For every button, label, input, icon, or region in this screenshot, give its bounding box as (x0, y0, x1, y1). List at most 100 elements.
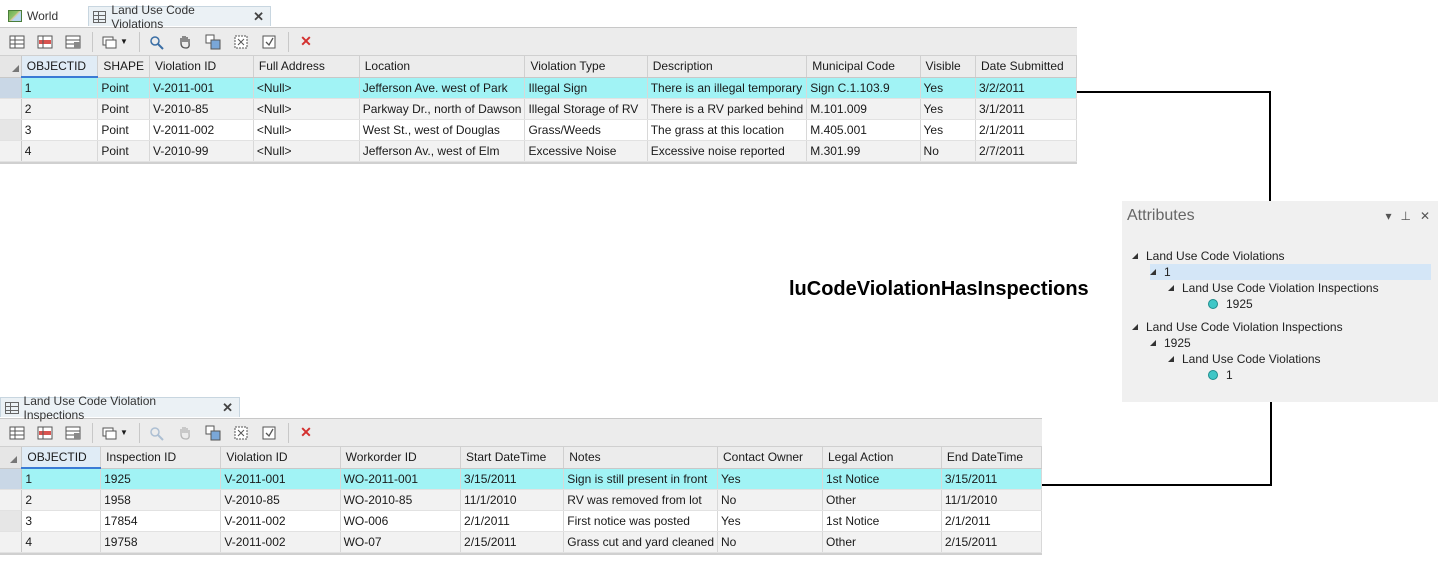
table-cell[interactable]: <Null> (253, 98, 360, 120)
row-header[interactable] (0, 140, 22, 162)
table-cell[interactable]: Grass cut and yard cleaned (563, 531, 719, 553)
column-header[interactable]: Violation ID (149, 56, 254, 78)
table-cell[interactable]: 3/15/2011 (941, 468, 1043, 490)
table-cell[interactable]: Point (97, 140, 151, 162)
table-cell[interactable]: Yes (920, 98, 977, 120)
clear-selection-button[interactable] (232, 33, 250, 51)
table-cell[interactable]: Yes (717, 468, 823, 490)
table-cell[interactable]: 3/2/2011 (975, 77, 1077, 99)
table-cell[interactable]: <Null> (253, 119, 360, 141)
table-cell[interactable]: Yes (920, 77, 977, 99)
table-cell[interactable]: 3 (21, 119, 99, 141)
table-cell[interactable]: No (717, 531, 823, 553)
table-cell[interactable]: 11/1/2010 (941, 489, 1043, 511)
table-cell[interactable]: 2 (21, 489, 102, 511)
table-cell[interactable]: Illegal Storage of RV (524, 98, 648, 120)
table-cell[interactable]: No (717, 489, 823, 511)
table-cell[interactable]: V-2011-002 (149, 119, 254, 141)
table-cell[interactable]: M.101.009 (806, 98, 921, 120)
table-cell[interactable]: The grass at this location (647, 119, 808, 141)
table-cell[interactable]: Illegal Sign (524, 77, 648, 99)
column-header[interactable]: Violation Type (524, 56, 648, 78)
table-row[interactable]: 2 1958 V-2010-85 WO-2010-85 11/1/2010 RV… (0, 489, 1043, 511)
column-header[interactable]: Legal Action (822, 447, 942, 469)
table-cell[interactable]: There is an illegal temporary (647, 77, 808, 99)
table-cell[interactable]: 4 (21, 140, 99, 162)
tree-item-inspections-layer[interactable]: Land Use Code Violation Inspections (1132, 319, 1343, 335)
tree-item-record-1925[interactable]: 1925 (1208, 296, 1253, 312)
table-cell[interactable]: V-2010-85 (220, 489, 341, 511)
row-header[interactable] (0, 531, 23, 553)
table-cell[interactable]: M.301.99 (806, 140, 921, 162)
table-row[interactable]: 4 19758 V-2011-002 WO-07 2/15/2011 Grass… (0, 531, 1043, 553)
table-cell[interactable]: 2/7/2011 (975, 140, 1077, 162)
close-tab-icon[interactable]: ✕ (253, 9, 264, 25)
table-cell[interactable]: 1st Notice (822, 510, 942, 532)
table-cell[interactable]: Excessive Noise (524, 140, 648, 162)
column-header[interactable]: Violation ID (220, 447, 341, 469)
table-cell[interactable]: 2/15/2011 (460, 531, 565, 553)
table-cell[interactable]: M.405.001 (806, 119, 921, 141)
close-tab-icon[interactable]: ✕ (222, 400, 233, 416)
table-options-button[interactable] (64, 424, 82, 442)
table-row[interactable]: 1 Point V-2011-001 <Null> Jefferson Ave.… (0, 77, 1077, 99)
zoom-to-selection-button[interactable] (148, 33, 166, 51)
column-header[interactable]: SHAPE (97, 56, 151, 78)
tree-item-violations-related[interactable]: Land Use Code Violations (1168, 351, 1321, 367)
tab-world[interactable]: World (4, 6, 88, 26)
table-cell[interactable]: 11/1/2010 (460, 489, 565, 511)
column-header[interactable]: Full Address (253, 56, 360, 78)
tree-item-feature-1[interactable]: 1 (1150, 264, 1431, 280)
table-cell[interactable]: Other (822, 489, 942, 511)
pan-to-selection-button[interactable] (176, 424, 194, 442)
table-cell[interactable]: 1925 (100, 468, 222, 490)
column-header[interactable]: OBJECTID (21, 56, 99, 78)
table-cell[interactable]: Point (97, 77, 151, 99)
show-selected-records-button[interactable] (36, 424, 54, 442)
select-by-attribute-button[interactable] (260, 424, 278, 442)
table-row[interactable]: 2 Point V-2010-85 <Null> Parkway Dr., no… (0, 98, 1077, 120)
pin-icon[interactable]: ⊥ (1400, 209, 1410, 223)
row-header[interactable] (0, 119, 22, 141)
table-cell[interactable]: <Null> (253, 140, 360, 162)
table-cell[interactable]: 1 (21, 468, 102, 490)
table-cell[interactable]: 19758 (100, 531, 222, 553)
table-cell[interactable]: Sign is still present in front (563, 468, 719, 490)
table-row[interactable]: 3 17854 V-2011-002 WO-006 2/1/2011 First… (0, 510, 1043, 532)
tab-land-use-code-violation-inspections[interactable]: Land Use Code Violation Inspections ✕ (0, 394, 240, 422)
select-all-corner[interactable] (0, 447, 23, 469)
column-header[interactable]: Visible (920, 56, 977, 78)
switch-selection-button[interactable] (204, 424, 222, 442)
column-header[interactable]: Description (647, 56, 808, 78)
table-cell[interactable]: Yes (920, 119, 977, 141)
table-cell[interactable]: Jefferson Av., west of Elm (359, 140, 526, 162)
delete-button[interactable]: ✕ (297, 33, 315, 51)
table-cell[interactable]: 3/1/2011 (975, 98, 1077, 120)
row-header[interactable] (0, 510, 23, 532)
related-tables-dropdown[interactable]: ▼ (101, 33, 129, 51)
delete-button[interactable]: ✕ (297, 424, 315, 442)
switch-selection-button[interactable] (204, 33, 222, 51)
zoom-to-selection-button[interactable] (148, 424, 166, 442)
table-cell[interactable]: Parkway Dr., north of Dawson (359, 98, 526, 120)
table-cell[interactable]: First notice was posted (563, 510, 719, 532)
table-cell[interactable]: 4 (21, 531, 102, 553)
table-cell[interactable]: Grass/Weeds (524, 119, 648, 141)
table-cell[interactable]: 2/1/2011 (941, 510, 1043, 532)
table-cell[interactable]: Point (97, 98, 151, 120)
row-header[interactable] (0, 77, 22, 99)
table-row[interactable]: 4 Point V-2010-99 <Null> Jefferson Av., … (0, 140, 1077, 162)
table-cell[interactable]: 2/1/2011 (460, 510, 565, 532)
column-header[interactable]: Municipal Code (806, 56, 921, 78)
table-cell[interactable]: There is a RV parked behind (647, 98, 808, 120)
row-header[interactable] (0, 98, 22, 120)
related-tables-dropdown[interactable]: ▼ (101, 424, 129, 442)
tree-item-record-1925-parent[interactable]: 1925 (1150, 335, 1191, 351)
column-header[interactable]: Inspection ID (100, 447, 222, 469)
table-cell[interactable]: 1 (21, 77, 99, 99)
tab-land-use-code-violations[interactable]: Land Use Code Violations ✕ (88, 3, 271, 31)
table-cell[interactable]: V-2011-002 (220, 531, 341, 553)
table-cell[interactable]: 2/15/2011 (941, 531, 1043, 553)
table-cell[interactable]: V-2011-001 (220, 468, 341, 490)
column-header[interactable]: Location (359, 56, 526, 78)
